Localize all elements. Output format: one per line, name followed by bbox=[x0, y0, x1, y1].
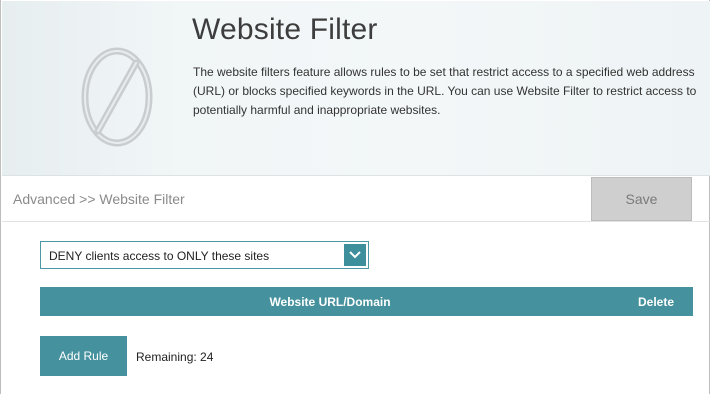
filter-mode-select[interactable]: DENY clients access to ONLY these sites bbox=[40, 241, 369, 269]
breadcrumb: Advanced >> Website Filter bbox=[13, 191, 185, 207]
page-title: Website Filter bbox=[192, 13, 378, 46]
save-button[interactable]: Save bbox=[591, 177, 692, 221]
prohibited-icon bbox=[81, 47, 153, 147]
page-description: The website filters feature allows rules… bbox=[193, 65, 697, 117]
divider bbox=[2, 221, 710, 222]
remaining-count: Remaining: 24 bbox=[136, 350, 214, 364]
column-header-url: Website URL/Domain bbox=[269, 295, 391, 309]
page-frame: Website Filter The website filters featu… bbox=[0, 0, 710, 394]
add-rule-button[interactable]: Add Rule bbox=[40, 336, 127, 376]
filter-mode-value: DENY clients access to ONLY these sites bbox=[49, 249, 270, 263]
page-header: Website Filter The website filters featu… bbox=[2, 1, 710, 176]
rules-table-header: Website URL/Domain Delete bbox=[40, 287, 693, 316]
chevron-down-icon[interactable] bbox=[344, 244, 366, 266]
column-header-delete: Delete bbox=[638, 295, 675, 309]
